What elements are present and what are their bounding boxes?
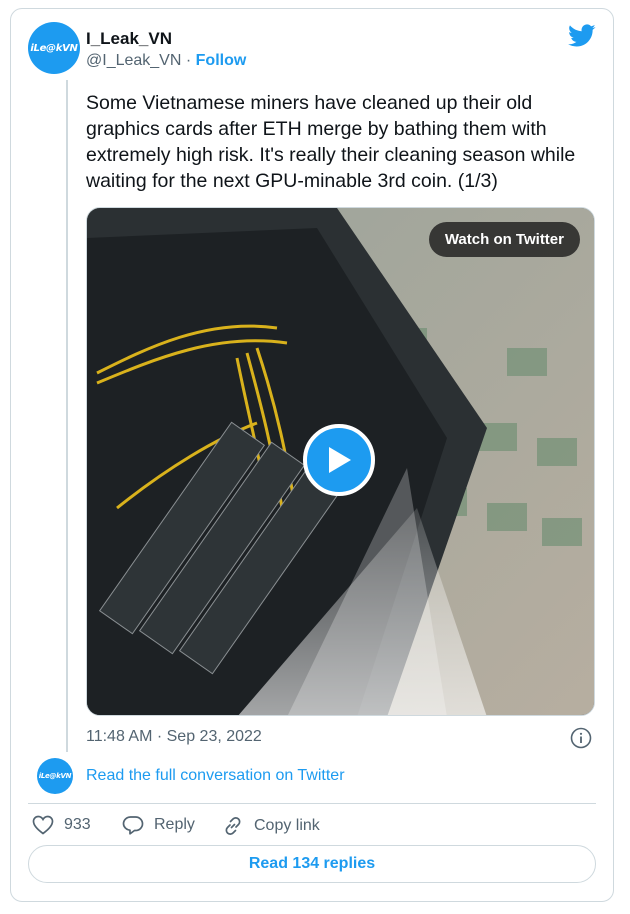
copy-link-label: Copy link (254, 817, 320, 834)
link-icon (225, 817, 241, 835)
heart-icon (32, 815, 54, 835)
tweet-timestamp[interactable]: 11:48 AM · Sep 23, 2022 (86, 728, 262, 746)
author-avatar[interactable]: iLe@kVN (28, 22, 80, 74)
video-thumbnail[interactable]: Watch on Twitter (86, 207, 595, 716)
read-conversation-link[interactable]: Read the full conversation on Twitter (86, 767, 345, 785)
tweet-text: Some Vietnamese miners have cleaned up t… (86, 92, 576, 192)
copy-link-button[interactable]: Copy link (222, 815, 320, 837)
author-name[interactable]: I_Leak_VN (86, 29, 172, 49)
follow-button[interactable]: Follow (196, 52, 247, 69)
watch-on-twitter-button[interactable]: Watch on Twitter (428, 222, 580, 257)
play-icon (329, 447, 351, 473)
reply-button[interactable]: Reply (122, 815, 195, 835)
like-button[interactable]: 933 (32, 815, 91, 835)
author-handle-row: @I_Leak_VN · Follow (86, 52, 246, 70)
play-button[interactable] (303, 424, 375, 496)
read-replies-button[interactable]: Read 134 replies (28, 845, 596, 883)
conversation-avatar[interactable]: iLe@kVN (37, 758, 73, 794)
author-handle[interactable]: @I_Leak_VN (86, 52, 181, 69)
handle-separator: · (185, 52, 192, 69)
divider (28, 803, 596, 804)
thread-line (66, 80, 68, 752)
reply-label: Reply (154, 816, 195, 833)
reply-icon (122, 816, 144, 835)
info-icon[interactable] (570, 727, 592, 749)
like-count: 933 (64, 816, 91, 833)
twitter-bird-icon[interactable] (568, 24, 596, 48)
